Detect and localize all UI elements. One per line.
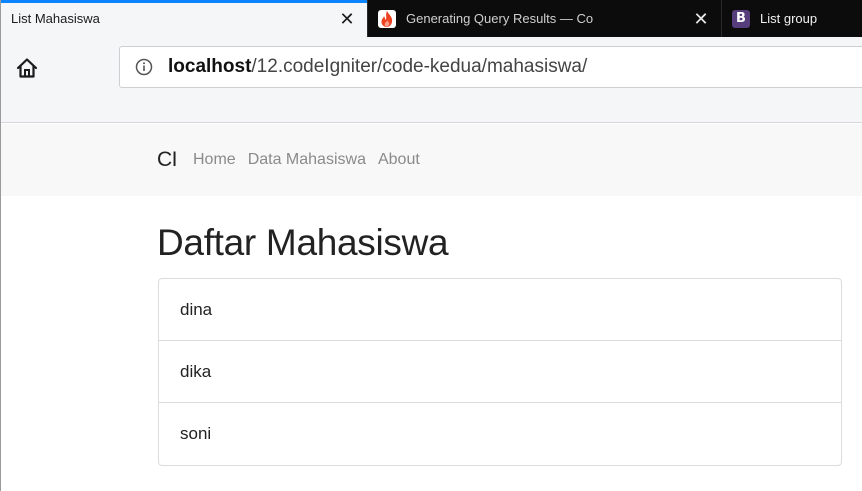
url-text: localhost/12.codeIgniter/code-kedua/maha… — [168, 56, 587, 78]
home-icon[interactable] — [13, 55, 41, 81]
bootstrap-icon: B — [732, 9, 750, 28]
url-host: localhost — [168, 56, 252, 77]
nav-link-about[interactable]: About — [378, 151, 420, 169]
browser-window: List Mahasiswa ✕ Generating Query Result… — [0, 0, 862, 491]
tab-generating-query-results[interactable]: Generating Query Results — Co ✕ — [368, 0, 722, 37]
page-bottom-edge — [1, 487, 862, 491]
tab-strip: List Mahasiswa ✕ Generating Query Result… — [1, 0, 862, 37]
list-item: soni — [180, 424, 212, 443]
browser-toolbar: localhost/12.codeIgniter/code-kedua/maha… — [1, 37, 862, 123]
student-list: dina dika soni — [158, 278, 842, 466]
tab-list-group[interactable]: B List group — [722, 0, 862, 37]
nav-link-home[interactable]: Home — [193, 151, 236, 169]
info-icon[interactable] — [134, 57, 154, 77]
tab-title: Generating Query Results — Co — [406, 11, 594, 26]
close-icon[interactable]: ✕ — [691, 9, 711, 29]
nav-link-data-mahasiswa[interactable]: Data Mahasiswa — [248, 151, 366, 169]
navbar-brand[interactable]: CI — [157, 148, 178, 172]
tab-title: List Mahasiswa — [11, 11, 100, 26]
tab-title: List group — [760, 11, 818, 26]
list-item: dina — [159, 279, 841, 341]
site-navbar: CI Home Data Mahasiswa About — [1, 124, 862, 196]
list-item: dika — [159, 341, 841, 403]
codeigniter-flame-icon — [378, 9, 396, 28]
page-title: Daftar Mahasiswa — [157, 222, 449, 263]
close-icon[interactable]: ✕ — [337, 9, 357, 29]
url-path: /12.codeIgniter/code-kedua/mahasiswa/ — [251, 56, 588, 77]
url-bar[interactable]: localhost/12.codeIgniter/code-kedua/maha… — [119, 46, 862, 88]
tab-list-mahasiswa[interactable]: List Mahasiswa ✕ — [1, 0, 368, 37]
